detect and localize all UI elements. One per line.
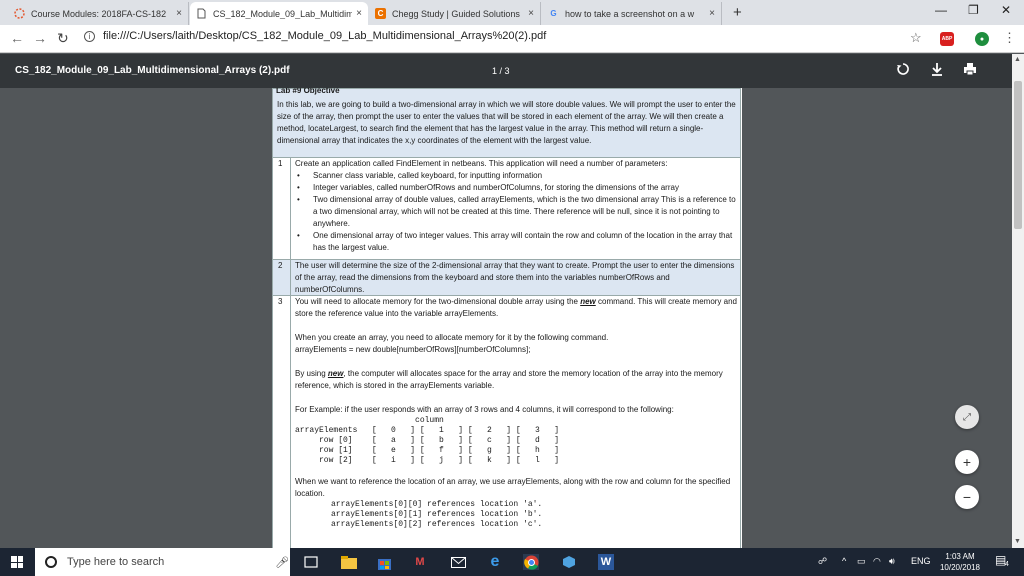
step-number: 3 — [278, 297, 283, 306]
close-icon[interactable]: × — [176, 8, 182, 19]
step-paragraph: For Example: if the user responds with a… — [295, 405, 674, 414]
close-window-button[interactable]: ✕ — [1001, 3, 1011, 17]
bookmark-star-icon[interactable]: ☆ — [910, 30, 922, 46]
close-icon[interactable]: × — [709, 8, 715, 19]
address-toolbar: ← → ↻ i file:///C:/Users/laith/Desktop/C… — [0, 25, 1024, 53]
step-text: The user will determine the size of the … — [295, 261, 735, 294]
scroll-up-arrow-icon[interactable]: ▲ — [1014, 56, 1021, 63]
adblock-icon[interactable]: ABP — [940, 32, 954, 46]
url-text[interactable]: file:///C:/Users/laith/Desktop/CS_182_Mo… — [103, 30, 546, 42]
pdf-page: Lab #9 Objective In this lab, we are goi… — [272, 88, 742, 548]
store-icon[interactable] — [376, 554, 392, 570]
forward-button[interactable]: → — [33, 30, 47, 46]
close-icon[interactable]: × — [356, 8, 362, 19]
keyword-new: new — [327, 369, 344, 378]
edge-icon[interactable]: e — [487, 553, 503, 570]
step-number: 2 — [278, 261, 283, 270]
step-paragraph: You will need to allocate memory for the… — [295, 297, 737, 318]
microphone-icon[interactable]: 🎤︎ — [274, 554, 290, 570]
clock-date: 10/20/2018 — [939, 563, 981, 572]
tab-label: how to take a screenshot on a w — [565, 8, 695, 19]
show-hidden-icons-icon[interactable]: ^ — [842, 556, 846, 566]
people-icon[interactable]: ☍ — [818, 556, 827, 567]
zoom-in-button[interactable]: + — [955, 450, 979, 474]
chegg-icon: C — [375, 8, 386, 19]
step-paragraph: By using new, the computer will allocate… — [295, 369, 723, 390]
fit-to-page-button[interactable]: ⤢ — [955, 405, 979, 429]
step-paragraph: When you create an array, you need to al… — [295, 333, 609, 342]
extension-icon[interactable]: ● — [975, 32, 989, 46]
objective-box: Lab #9 Objective In this lab, we are goi… — [272, 88, 741, 158]
list-item: One dimensional array of two integer val… — [295, 230, 739, 254]
step-number: 1 — [278, 159, 283, 168]
tab-label: Course Modules: 2018FA-CS-182 — [31, 8, 167, 19]
document-icon — [196, 8, 207, 19]
tab-pdf[interactable]: CS_182_Module_09_Lab_Multidim × — [190, 2, 368, 25]
objective-text: In this lab, we are going to build a two… — [277, 100, 736, 145]
reload-button[interactable]: ↻ — [57, 30, 69, 47]
task-view-icon[interactable] — [303, 554, 319, 570]
scroll-down-arrow-icon[interactable]: ▼ — [1014, 538, 1021, 545]
array-diagram: column arrayElements [ 0 ] [ 1 ] [ 2 ] [… — [295, 416, 560, 465]
clock-time: 1:03 AM — [945, 552, 975, 561]
pdf-title: CS_182_Module_09_Lab_Multidimensional_Ar… — [15, 65, 290, 76]
menu-icon[interactable]: ⋮ — [1003, 30, 1016, 46]
step-intro: Create an application called FindElement… — [295, 159, 668, 168]
step-1: 1 Create an application called FindEleme… — [272, 158, 741, 260]
mcafee-icon[interactable]: M — [412, 554, 428, 570]
system-clock[interactable]: 1:03 AM 10/20/2018 — [936, 551, 984, 573]
tab-label: Chegg Study | Guided Solutions — [392, 8, 520, 19]
info-icon[interactable]: i — [84, 30, 95, 42]
minimize-button[interactable]: — — [935, 3, 947, 17]
tab-course-modules[interactable]: Course Modules: 2018FA-CS-182 × — [8, 2, 189, 25]
vertical-scrollbar[interactable]: ▲ ▼ — [1012, 54, 1024, 548]
tab-google-search[interactable]: G how to take a screenshot on a w × — [542, 2, 722, 25]
wifi-icon[interactable]: ◠ — [873, 556, 881, 567]
restore-button[interactable]: ❐ — [968, 3, 979, 17]
box-app-icon[interactable] — [561, 554, 577, 570]
search-icon — [45, 556, 57, 568]
battery-icon[interactable]: ▭ — [857, 556, 866, 567]
zoom-out-button[interactable]: − — [955, 485, 979, 509]
back-button[interactable]: ← — [10, 30, 24, 46]
page-indicator: 1 / 3 — [492, 66, 510, 76]
mail-icon[interactable] — [450, 554, 466, 570]
taskbar-search-box[interactable]: Type here to search — [35, 548, 290, 576]
volume-icon[interactable]: 🔊︎ — [889, 556, 895, 567]
download-icon[interactable] — [931, 62, 943, 79]
reference-examples: arrayElements[0][0] references location … — [331, 500, 543, 529]
list-item: Integer variables, called numberOfRows a… — [295, 182, 739, 194]
pdf-toolbar: CS_182_Module_09_Lab_Multidimensional_Ar… — [0, 54, 1012, 88]
notification-count: 4 — [1005, 561, 1009, 568]
google-icon: G — [550, 9, 557, 18]
word-icon[interactable]: W — [598, 554, 614, 570]
tab-chegg[interactable]: C Chegg Study | Guided Solutions × — [369, 2, 541, 25]
section-heading: Lab #9 Objective — [276, 88, 340, 95]
keyword-new: new — [580, 297, 596, 306]
tab-label: CS_182_Module_09_Lab_Multidim — [213, 8, 353, 19]
windows-start-icon[interactable] — [11, 556, 23, 568]
address-bar[interactable]: i file:///C:/Users/laith/Desktop/CS_182_… — [84, 30, 546, 42]
step-2: 2 The user will determine the size of th… — [272, 260, 741, 296]
list-item: Scanner class variable, called keyboard,… — [295, 170, 739, 182]
code-line: arrayElements = new double[numberOfRows]… — [295, 345, 531, 354]
step-3: 3 You will need to allocate memory for t… — [272, 296, 741, 548]
search-placeholder: Type here to search — [67, 556, 165, 568]
step-paragraph: When we want to reference the location o… — [295, 477, 731, 498]
scrollbar-thumb[interactable] — [1014, 81, 1022, 229]
tab-bar: Course Modules: 2018FA-CS-182 × CS_182_M… — [0, 0, 1024, 25]
taskbar: Type here to search 🎤︎ M e W ☍ ^ ▭ ◠ 🔊︎ … — [0, 548, 1024, 576]
chrome-icon[interactable] — [523, 554, 539, 570]
parameter-list: Scanner class variable, called keyboard,… — [295, 170, 739, 254]
file-explorer-icon[interactable] — [341, 554, 357, 570]
rotate-icon[interactable] — [896, 62, 910, 79]
close-icon[interactable]: × — [528, 8, 534, 19]
list-item: Two dimensional array of double values, … — [295, 194, 739, 230]
new-tab-button[interactable]: + — [733, 4, 742, 21]
language-indicator[interactable]: ENG — [911, 556, 931, 566]
canvas-icon — [14, 8, 25, 19]
print-icon[interactable] — [963, 62, 977, 79]
